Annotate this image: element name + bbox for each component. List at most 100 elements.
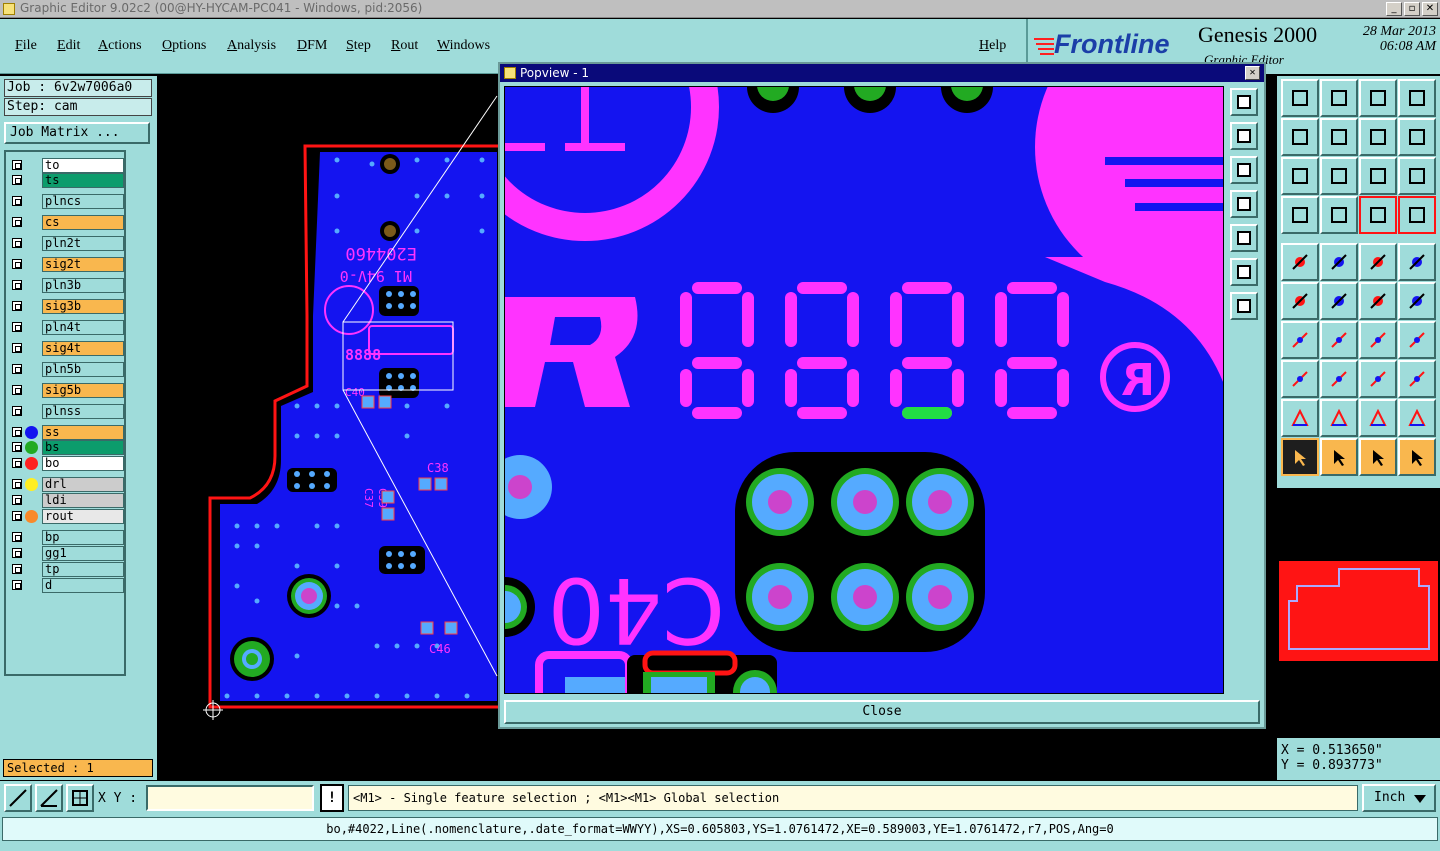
menu-actions[interactable]: Actions: [98, 38, 142, 54]
popview-zoom-fit-button[interactable]: [1230, 292, 1258, 320]
layer-row-rout[interactable]: rout: [8, 509, 124, 524]
menu-step[interactable]: Step: [346, 38, 371, 54]
ratio-1-2-button[interactable]: [1359, 157, 1397, 195]
layer-row-bs[interactable]: bs: [8, 440, 124, 455]
layer-name[interactable]: sig5b: [42, 383, 124, 398]
layer-name[interactable]: bo: [42, 456, 124, 471]
layer-row-ss[interactable]: ss: [8, 425, 124, 440]
zoom-page-button[interactable]: [1320, 79, 1358, 117]
layer-name[interactable]: plnss: [42, 404, 124, 419]
layer-row-pln2t[interactable]: pln2t: [8, 236, 124, 251]
layer-checkbox[interactable]: [12, 301, 22, 311]
zoom-home-button[interactable]: [1281, 79, 1319, 117]
layer-checkbox[interactable]: [12, 175, 22, 185]
layer-row-sig5b[interactable]: sig5b: [8, 383, 124, 398]
zoom-window-button[interactable]: [1398, 79, 1436, 117]
layer-name[interactable]: ss: [42, 425, 124, 440]
grid-button[interactable]: [1320, 196, 1358, 234]
close-window-button[interactable]: ✕: [1422, 2, 1438, 16]
pan-right-button[interactable]: [1320, 118, 1358, 156]
layer-checkbox[interactable]: [12, 406, 22, 416]
route-button[interactable]: [1398, 438, 1436, 476]
link-nodes-button[interactable]: [1281, 282, 1319, 320]
layer-checkbox[interactable]: [12, 343, 22, 353]
menu-edit[interactable]: Edit: [57, 38, 80, 54]
layer-checkbox[interactable]: [12, 280, 22, 290]
layer-name[interactable]: ts: [42, 173, 124, 188]
layer-name[interactable]: ldi: [42, 493, 124, 508]
menu-windows[interactable]: Windows: [437, 38, 490, 54]
layer-row-pln5b[interactable]: pln5b: [8, 362, 124, 377]
ruler-button[interactable]: [1359, 243, 1397, 281]
minimize-button[interactable]: _: [1386, 2, 1402, 16]
layer-name[interactable]: to: [42, 158, 124, 173]
layer-name[interactable]: sig3b: [42, 299, 124, 314]
popview-pan-right-button[interactable]: [1230, 224, 1258, 252]
minimap[interactable]: [1279, 561, 1438, 661]
grid-button[interactable]: [66, 784, 94, 812]
layer-row-to[interactable]: to: [8, 158, 124, 173]
layer-checkbox[interactable]: [12, 385, 22, 395]
layer-view-2-button[interactable]: [1398, 196, 1436, 234]
layer-name[interactable]: tp: [42, 562, 124, 577]
select-polygon-button[interactable]: [1320, 243, 1358, 281]
layer-name[interactable]: plncs: [42, 194, 124, 209]
layer-view-1-button[interactable]: [1359, 196, 1397, 234]
break-line-button[interactable]: [1320, 360, 1358, 398]
layer-name[interactable]: drl: [42, 477, 124, 492]
swap-button[interactable]: [1398, 118, 1436, 156]
help-button[interactable]: [1398, 157, 1436, 195]
move-node-button[interactable]: [1398, 282, 1436, 320]
layer-checkbox[interactable]: [12, 196, 22, 206]
layer-name[interactable]: d: [42, 578, 124, 593]
snap-button[interactable]: [4, 784, 32, 812]
layer-checkbox[interactable]: [12, 238, 22, 248]
layer-row-cs[interactable]: cs: [8, 215, 124, 230]
menu-help[interactable]: Help: [979, 38, 1006, 54]
cross-select-button[interactable]: [1320, 282, 1358, 320]
select-feature-button[interactable]: [1281, 243, 1319, 281]
layer-name[interactable]: rout: [42, 509, 124, 524]
alert-button[interactable]: !: [320, 784, 344, 812]
highlighted-segment[interactable]: [902, 407, 952, 419]
layer-checkbox[interactable]: [12, 580, 22, 590]
layer-row-pln4t[interactable]: pln4t: [8, 320, 124, 335]
layer-checkbox[interactable]: [12, 548, 22, 558]
popview-pan-down-button[interactable]: [1230, 156, 1258, 184]
layer-checkbox[interactable]: [12, 511, 22, 521]
menu-file[interactable]: File: [15, 38, 37, 54]
layer-checkbox[interactable]: [12, 364, 22, 374]
measure-distance-button[interactable]: [1359, 360, 1397, 398]
job-matrix-button[interactable]: Job Matrix ...: [4, 122, 150, 144]
layer-row-pln3b[interactable]: pln3b: [8, 278, 124, 293]
measure-button[interactable]: [35, 784, 63, 812]
home-button[interactable]: [1359, 79, 1397, 117]
add-node-button[interactable]: [1359, 282, 1397, 320]
layer-row-sig4t[interactable]: sig4t: [8, 341, 124, 356]
layer-name[interactable]: cs: [42, 215, 124, 230]
layer-checkbox[interactable]: [12, 427, 22, 437]
group-button[interactable]: [1398, 360, 1436, 398]
layer-name[interactable]: gg1: [42, 546, 124, 561]
layer-name[interactable]: pln5b: [42, 362, 124, 377]
layer-name[interactable]: pln2t: [42, 236, 124, 251]
layer-name[interactable]: pln3b: [42, 278, 124, 293]
layer-checkbox[interactable]: [12, 160, 22, 170]
triangle-a-button[interactable]: [1281, 399, 1319, 437]
layer-checkbox[interactable]: [12, 217, 22, 227]
pad-add-button[interactable]: [1281, 360, 1319, 398]
draw-arc-button[interactable]: [1320, 321, 1358, 359]
xy-input[interactable]: [146, 785, 314, 811]
triangle-d-button[interactable]: [1398, 399, 1436, 437]
popview-pan-left-button[interactable]: [1230, 190, 1258, 218]
menu-rout[interactable]: Rout: [391, 38, 418, 54]
pointer-button[interactable]: [1281, 438, 1319, 476]
layer-row-d[interactable]: d: [8, 578, 124, 593]
unit-selector[interactable]: Inch: [1362, 784, 1436, 812]
menu-analysis[interactable]: Analysis: [227, 38, 276, 54]
layer-row-ts[interactable]: ts: [8, 173, 124, 188]
layer-checkbox[interactable]: [12, 495, 22, 505]
layer-row-tp[interactable]: tp: [8, 562, 124, 577]
popview-close-icon[interactable]: ✕: [1245, 66, 1260, 80]
triangle-c-button[interactable]: [1359, 399, 1397, 437]
